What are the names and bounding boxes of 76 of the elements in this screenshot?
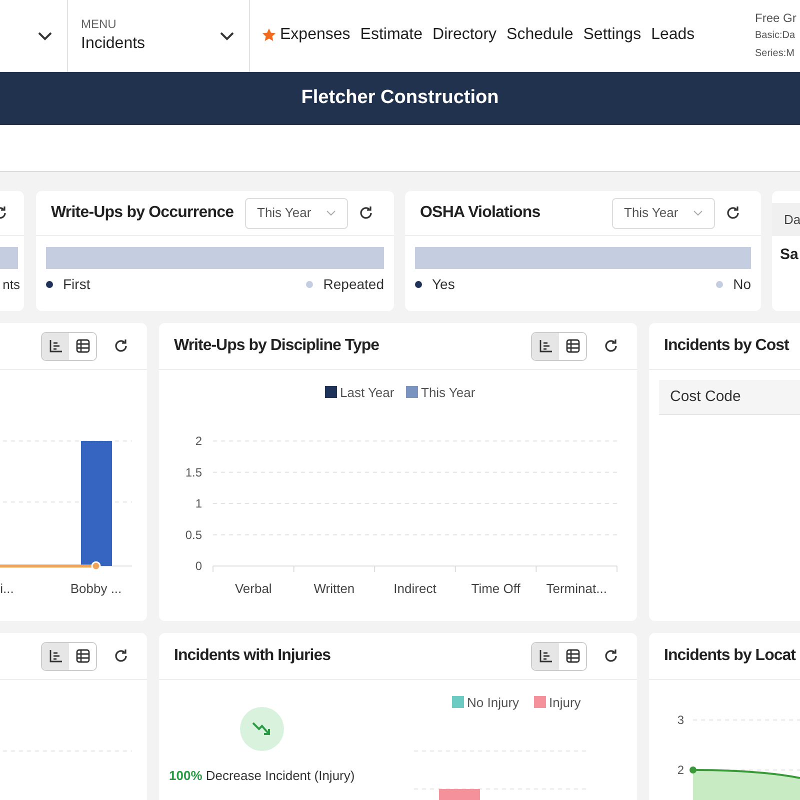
table-icon [566, 339, 580, 353]
nav-link[interactable]: Leads [651, 23, 695, 47]
view-toggle[interactable] [531, 332, 587, 360]
chart-view-button[interactable] [42, 332, 69, 360]
card-title: Incidents by Locat [664, 646, 797, 666]
legend-item: This Year [406, 385, 476, 400]
nav-link[interactable]: Schedule [506, 23, 574, 47]
view-toggle[interactable] [41, 332, 97, 360]
chart-icon [538, 339, 552, 353]
legend-item: Injury [534, 695, 581, 710]
company-name: Fletcher Construction [301, 86, 499, 110]
menu-label: MENU [81, 17, 118, 31]
bar [439, 789, 480, 800]
x-tick-label: Terminat... [546, 581, 607, 596]
period-dropdown[interactable]: This Year [612, 198, 715, 228]
card-title: Incidents with Injuries [174, 646, 332, 666]
account-info-text: Free Gr [755, 10, 798, 27]
card-title: Incidents by Cost [664, 336, 790, 356]
chart-view-button[interactable] [532, 642, 559, 670]
nav-link[interactable]: Estimate [360, 23, 423, 47]
legend-item: Last Year [325, 385, 394, 400]
nav-link[interactable]: Directory [432, 23, 497, 47]
legend-label: Last Year [340, 385, 395, 400]
refresh-icon[interactable] [113, 338, 129, 354]
trend-down-icon [240, 707, 284, 751]
table-icon [76, 339, 90, 353]
chart-icon [48, 339, 62, 353]
legend-item: No Injury [452, 695, 520, 710]
card-title: Write-Ups by Discipline Type [174, 336, 380, 356]
chevron-down-icon [693, 210, 703, 216]
table-icon [566, 649, 580, 663]
table-icon [76, 649, 90, 663]
stat-value: Sa [779, 245, 800, 265]
period-dropdown[interactable]: This Year [245, 198, 348, 228]
y-tick-label: 1.5 [185, 465, 202, 480]
column-header: Cost Code [670, 386, 741, 407]
chart-view-button[interactable] [42, 642, 69, 670]
refresh-icon[interactable] [358, 205, 374, 221]
legend-label: First [63, 275, 90, 294]
refresh-icon[interactable] [603, 338, 619, 354]
y-tick-label: 2 [677, 763, 684, 777]
x-tick-label: Time Off [471, 581, 520, 596]
legend-label: No [733, 275, 751, 294]
x-tick-label: Indirect [394, 581, 436, 596]
chevron-down-icon[interactable] [37, 31, 53, 41]
account-info-text: Basic:Da [755, 29, 796, 43]
chevron-down-icon[interactable] [219, 31, 235, 41]
refresh-icon[interactable] [113, 648, 129, 664]
nav-link[interactable]: Settings [583, 23, 642, 47]
axis-label: i... [0, 581, 14, 596]
view-toggle[interactable] [531, 642, 587, 670]
axis-label: Bobby ... [70, 581, 122, 596]
x-tick-label: Verbal [234, 581, 272, 596]
menu-value[interactable]: Incidents [81, 33, 146, 55]
y-tick-label: 3 [677, 713, 684, 727]
y-tick-label: 1 [195, 496, 202, 510]
view-toggle[interactable] [41, 642, 97, 670]
nav-link[interactable]: Expenses [262, 23, 350, 47]
y-tick-label: 0.5 [185, 528, 202, 542]
legend-label: Repeated [323, 275, 384, 294]
chart-view-button[interactable] [532, 332, 559, 360]
card-title: OSHA Violations [420, 203, 542, 223]
legend-label: Yes [432, 275, 455, 294]
change-summary: 100% Decrease Incident (Injury) [169, 767, 355, 785]
refresh-icon[interactable] [603, 648, 619, 664]
y-tick-label: 0 [195, 559, 202, 573]
refresh-icon[interactable] [725, 205, 741, 221]
chevron-down-icon [326, 210, 336, 216]
y-tick-label: 2 [195, 434, 202, 448]
legend-label: nts [2, 276, 20, 294]
x-tick-label: Written [314, 581, 355, 596]
legend-label: This Year [421, 385, 476, 400]
account-info-text: Series:M [755, 47, 796, 61]
chart-icon [538, 649, 552, 663]
chart-icon [48, 649, 62, 663]
card-title: Write-Ups by Occurrence [51, 203, 235, 223]
